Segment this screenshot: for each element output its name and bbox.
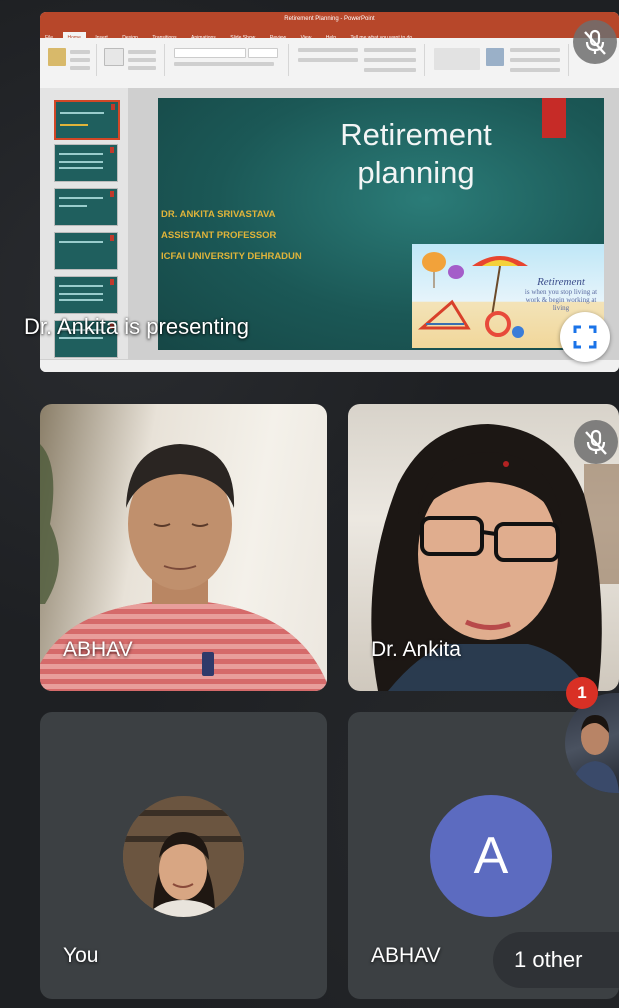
self-avatar-photo — [123, 796, 244, 917]
abhav-letter-avatar: A — [430, 795, 552, 917]
fullscreen-button[interactable] — [560, 312, 610, 362]
picture-quote: Retirement is when you stop living at wo… — [522, 276, 600, 312]
ribbon-clipboard-group — [44, 44, 97, 76]
mic-off-icon — [584, 29, 606, 55]
slide-thumbnail[interactable] — [54, 276, 118, 314]
current-slide: Retirement planning DR. ANKITA SRIVASTAV… — [158, 98, 604, 350]
participant-video-abhav[interactable]: ABHAV — [40, 404, 327, 691]
slide-author-block: DR. ANKITA SRIVASTAVA ASSISTANT PROFESSO… — [161, 204, 302, 267]
ppt-window-title: Retirement Planning - PowerPoint — [284, 16, 375, 22]
presenting-label: Dr. Ankita is presenting — [24, 314, 250, 339]
ribbon-drawing-group — [428, 44, 569, 76]
participant-tile-you[interactable]: You — [40, 712, 327, 999]
ribbon-slides-group — [100, 44, 165, 76]
ppt-title-bar: Retirement Planning - PowerPoint — [40, 12, 619, 26]
slide-institution: ICFAI UNIVERSITY DEHRADUN — [161, 251, 302, 262]
others-count-button[interactable]: 1 other — [493, 932, 619, 988]
slide-title: Retirement planning — [228, 116, 604, 192]
participant-name-label: You — [63, 944, 99, 967]
ankita-mic-off-button[interactable] — [574, 420, 618, 464]
mic-off-icon — [585, 429, 607, 455]
slide-author: DR. ANKITA SRIVASTAVA — [161, 209, 276, 220]
slide-title-line: Retirement — [340, 117, 492, 152]
picture-heading: Retirement — [537, 276, 585, 288]
ppt-status-bar — [40, 359, 619, 372]
slide-thumbnail[interactable] — [54, 144, 118, 182]
ribbon-paragraph-group — [292, 44, 425, 76]
ppt-ribbon — [40, 38, 619, 89]
presenter-mic-off-button[interactable] — [573, 20, 617, 64]
slide-title-line: planning — [357, 155, 475, 190]
fullscreen-icon — [573, 325, 597, 349]
ppt-ribbon-tabs: File Home Insert Design Transitions Anim… — [40, 26, 619, 44]
notification-badge: 1 — [566, 677, 598, 709]
slide-thumbnail[interactable] — [54, 100, 120, 140]
participant-name-label: ABHAV — [63, 638, 133, 661]
ribbon-font-group — [168, 44, 289, 76]
slide-thumbnail[interactable] — [54, 232, 118, 270]
picture-caption: is when you stop living at work & begin … — [524, 288, 598, 312]
slide-role: ASSISTANT PROFESSOR — [161, 230, 277, 241]
participant-name-label: ABHAV — [371, 944, 441, 967]
self-avatar — [123, 796, 244, 917]
slide-thumbnail[interactable] — [54, 188, 118, 226]
participant-name-label: Dr. Ankita — [371, 638, 461, 661]
